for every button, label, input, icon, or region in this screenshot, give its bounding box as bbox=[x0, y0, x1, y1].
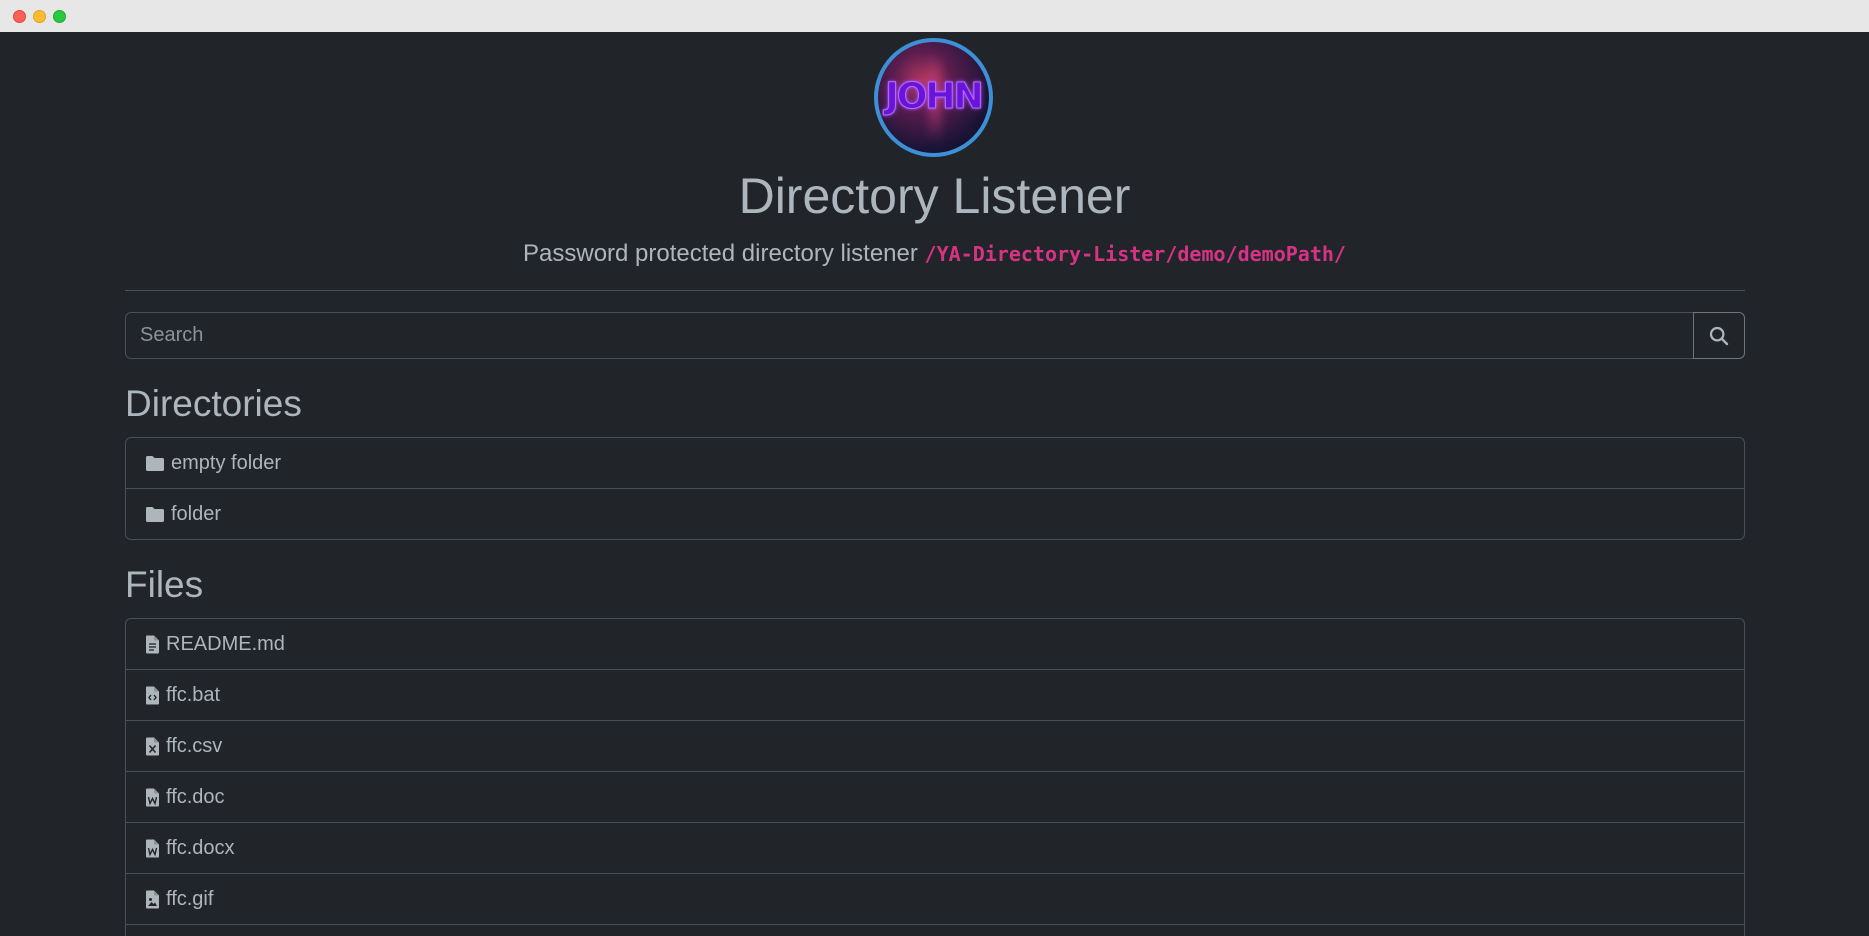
file-image-icon bbox=[145, 890, 160, 909]
file-item[interactable]: ffc.bat bbox=[126, 669, 1744, 720]
directories-heading: Directories bbox=[125, 383, 302, 424]
file-item-partial[interactable] bbox=[126, 924, 1744, 936]
folder-icon bbox=[145, 506, 165, 523]
maximize-window-button[interactable] bbox=[53, 10, 66, 23]
file-label: ffc.gif bbox=[166, 887, 214, 910]
file-item[interactable]: ffc.doc bbox=[126, 771, 1744, 822]
file-item[interactable]: ffc.docx bbox=[126, 822, 1744, 873]
close-window-button[interactable] bbox=[13, 10, 26, 23]
files-list: README.md ffc.bat ffc.csv ffc.doc ffc.do… bbox=[125, 618, 1745, 936]
search-bar bbox=[125, 312, 1745, 359]
avatar-logo-text: JOHN bbox=[885, 76, 984, 118]
file-label: ffc.csv bbox=[166, 734, 223, 757]
avatar: JOHN bbox=[874, 38, 993, 157]
file-excel-icon bbox=[145, 737, 160, 756]
header-divider bbox=[125, 290, 1745, 291]
file-item[interactable]: ffc.csv bbox=[126, 720, 1744, 771]
current-path: /YA-Directory-Lister/demo/demoPath/ bbox=[924, 242, 1346, 266]
file-code-icon bbox=[145, 686, 160, 705]
directory-item[interactable]: empty folder bbox=[126, 438, 1744, 488]
subtitle-text: Password protected directory listener bbox=[523, 240, 918, 267]
minimize-window-button[interactable] bbox=[33, 10, 46, 23]
file-word-icon bbox=[145, 839, 160, 858]
directory-label: empty folder bbox=[171, 451, 282, 474]
search-button[interactable] bbox=[1693, 312, 1745, 359]
folder-icon bbox=[145, 455, 165, 472]
file-item[interactable]: README.md bbox=[126, 619, 1744, 669]
files-heading: Files bbox=[125, 564, 204, 605]
file-word-icon bbox=[145, 788, 160, 807]
page-title: Directory Listener bbox=[738, 168, 1131, 224]
search-icon bbox=[1709, 326, 1729, 346]
page-subtitle: Password protected directory listener /Y… bbox=[0, 238, 1869, 270]
directory-item[interactable]: folder bbox=[126, 488, 1744, 539]
file-label: ffc.bat bbox=[166, 683, 221, 706]
search-input[interactable] bbox=[125, 312, 1693, 359]
file-label: ffc.doc bbox=[166, 785, 225, 808]
file-item[interactable]: ffc.gif bbox=[126, 873, 1744, 924]
directories-list: empty folder folder bbox=[125, 437, 1745, 540]
directory-label: folder bbox=[171, 502, 222, 525]
window-titlebar bbox=[0, 0, 1869, 33]
file-label: ffc.docx bbox=[166, 836, 235, 859]
file-text-icon bbox=[145, 635, 160, 654]
page-body: JOHN Directory Listener Password protect… bbox=[0, 32, 1869, 936]
file-label: README.md bbox=[166, 632, 285, 655]
